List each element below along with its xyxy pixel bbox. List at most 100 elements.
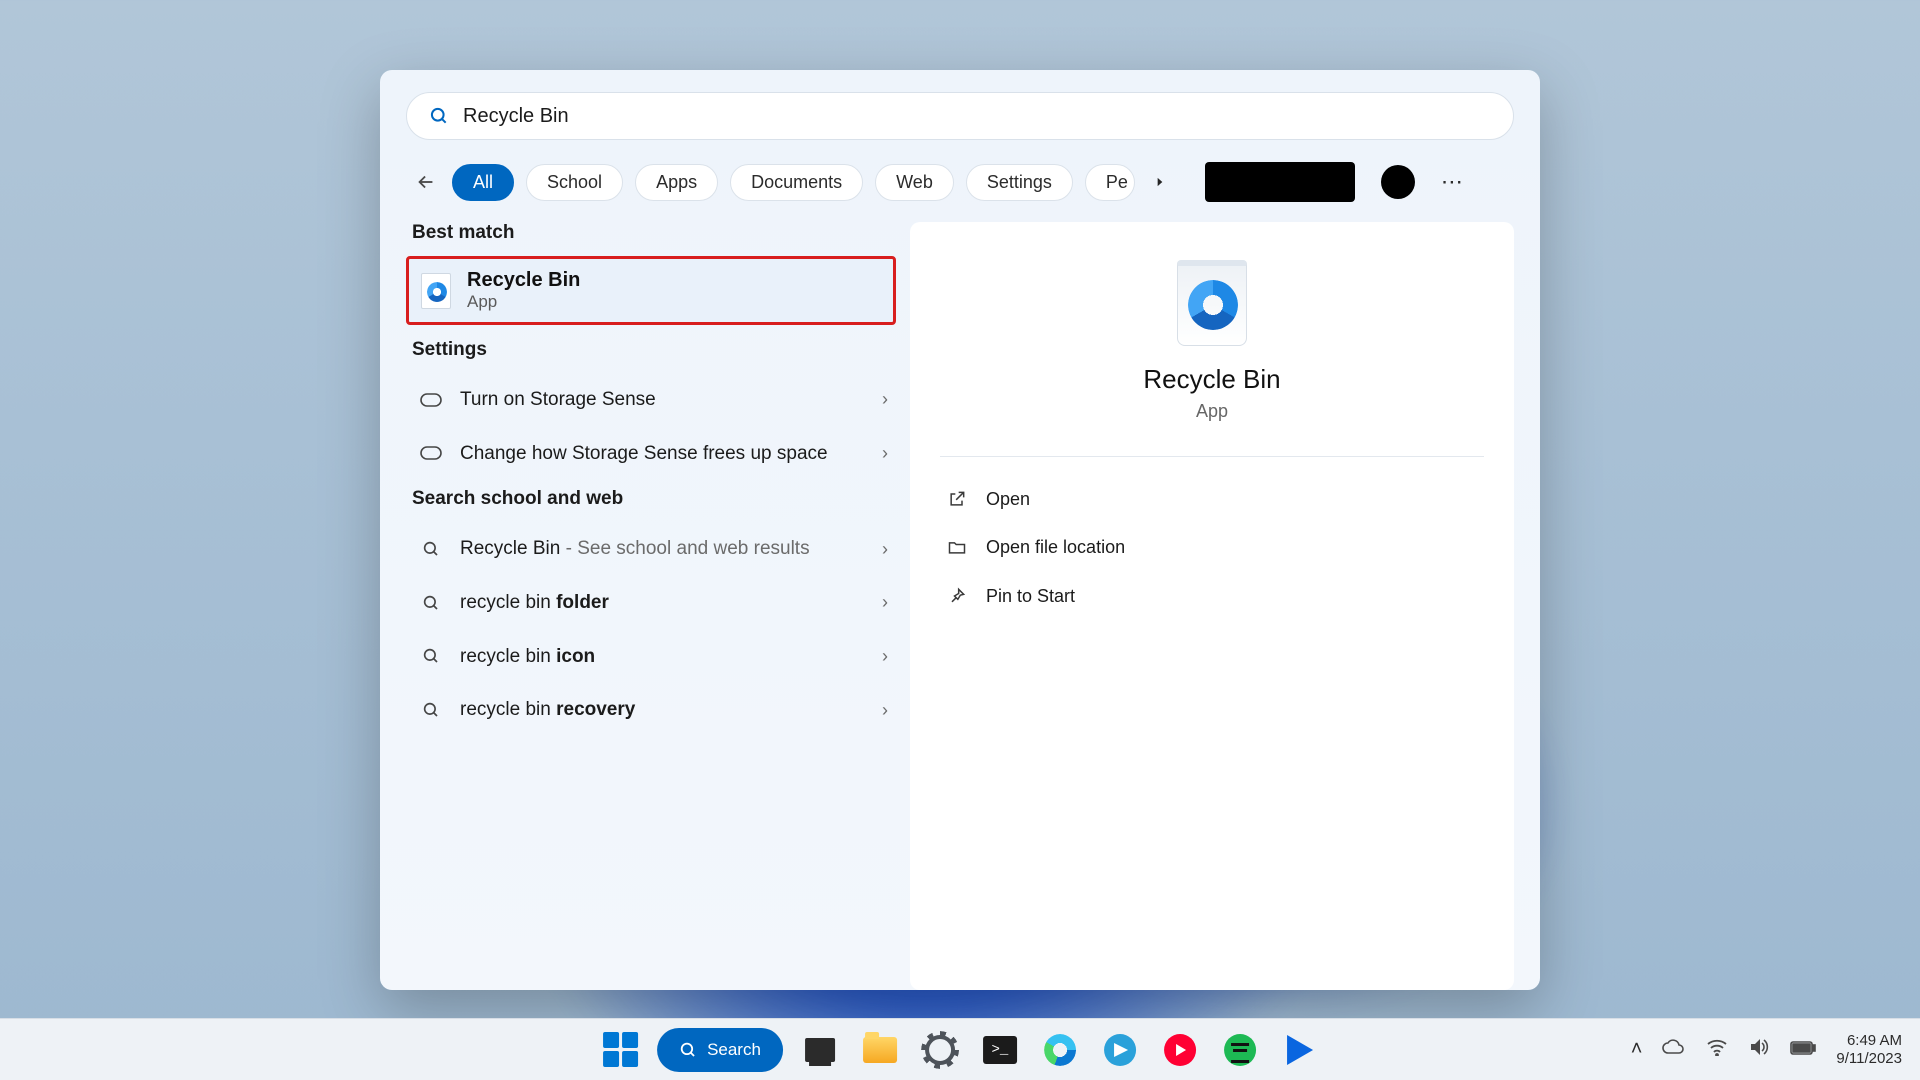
chevron-right-icon: › [882,389,888,410]
folder-icon [863,1037,897,1063]
arrow-left-icon [415,171,437,193]
taskbar-search[interactable]: Search [657,1028,783,1072]
web-result[interactable]: recycle bin folder › [406,576,896,630]
search-icon [420,647,442,665]
settings-result-label: Change how Storage Sense frees up space [460,441,864,467]
best-match-title: Recycle Bin [467,269,580,292]
filter-documents[interactable]: Documents [730,164,863,201]
chevron-right-icon: › [882,539,888,560]
action-label: Pin to Start [986,584,1478,608]
filter-settings[interactable]: Settings [966,164,1073,201]
taskbar-search-label: Search [707,1040,761,1060]
user-avatar[interactable] [1381,165,1415,199]
clock-time: 6:49 AM [1836,1032,1902,1050]
start-button[interactable] [597,1027,643,1073]
back-button[interactable] [412,168,440,196]
battery-icon[interactable] [1790,1038,1816,1061]
play-icon [1287,1035,1313,1065]
gear-icon [925,1035,955,1065]
account-redacted[interactable] [1205,162,1355,202]
divider [940,456,1484,457]
edge-icon [1044,1034,1076,1066]
pin-icon [946,585,968,607]
filter-apps[interactable]: Apps [635,164,718,201]
clock-date: 9/11/2023 [1836,1050,1902,1068]
chevron-right-icon: › [882,646,888,667]
preview-subtitle: App [1196,401,1228,422]
web-result-label: recycle bin recovery [460,697,864,723]
task-view-icon [805,1038,835,1062]
results-column: Best match Recycle Bin App Settings Turn… [406,222,896,990]
onedrive-icon[interactable] [1662,1038,1686,1061]
filter-people[interactable]: Pe [1085,164,1135,201]
more-options[interactable]: ⋯ [1441,169,1465,195]
section-web: Search school and web [406,488,896,522]
search-icon [420,540,442,558]
search-input[interactable] [463,105,1491,128]
telegram-app[interactable] [1097,1027,1143,1073]
chevron-right-icon [1153,175,1167,189]
spotify-app[interactable] [1217,1027,1263,1073]
search-icon [429,106,449,126]
filter-school[interactable]: School [526,164,623,201]
chevron-right-icon: › [882,592,888,613]
action-open-file-location[interactable]: Open file location [940,523,1484,571]
toggle-icon [420,393,442,407]
taskbar-center: Search >_ [597,1027,1323,1073]
action-pin-to-start[interactable]: Pin to Start [940,572,1484,620]
media-player-app[interactable] [1277,1027,1323,1073]
edge-browser[interactable] [1037,1027,1083,1073]
start-search-panel: All School Apps Documents Web Settings P… [380,70,1540,990]
tray-overflow[interactable]: ˄ [1631,1038,1643,1061]
settings-app[interactable] [917,1027,963,1073]
recycle-bin-icon [1177,260,1247,346]
action-open[interactable]: Open [940,475,1484,523]
web-result-label: recycle bin icon [460,644,864,670]
web-result[interactable]: recycle bin recovery › [406,683,896,737]
filter-row: All School Apps Documents Web Settings P… [406,140,1514,222]
spotify-icon [1224,1034,1256,1066]
search-icon [420,594,442,612]
action-label: Open [986,487,1478,511]
search-icon [420,701,442,719]
chevron-right-icon: › [882,700,888,721]
terminal-icon: >_ [983,1036,1017,1064]
web-result[interactable]: recycle bin icon › [406,630,896,684]
telegram-icon [1104,1034,1136,1066]
web-result[interactable]: Recycle Bin - See school and web results… [406,522,896,576]
settings-result-storage-sense[interactable]: Turn on Storage Sense › [406,373,896,427]
best-match-text: Recycle Bin App [467,269,580,312]
action-label: Open file location [986,535,1478,559]
youtube-music-app[interactable] [1157,1027,1203,1073]
search-box[interactable] [406,92,1514,140]
taskbar: Search >_ ˄ 6:49 AM 9/11/2023 [0,1018,1920,1080]
search-icon [679,1041,697,1059]
settings-result-storage-sense-space[interactable]: Change how Storage Sense frees up space … [406,427,896,481]
filter-web[interactable]: Web [875,164,954,201]
volume-icon[interactable] [1748,1037,1770,1063]
settings-result-label: Turn on Storage Sense [460,387,864,413]
preview-pane: Recycle Bin App Open Open file location [910,222,1514,990]
web-result-label: recycle bin folder [460,590,864,616]
wifi-icon[interactable] [1706,1038,1728,1062]
best-match-result[interactable]: Recycle Bin App [406,256,896,325]
best-match-subtitle: App [467,292,580,312]
web-result-label: Recycle Bin - See school and web results [460,536,864,562]
folder-icon [946,536,968,558]
system-tray: ˄ 6:49 AM 9/11/2023 [1631,1032,1902,1068]
filters-scroll-right[interactable] [1147,175,1173,189]
open-icon [946,488,968,510]
terminal-app[interactable]: >_ [977,1027,1023,1073]
section-settings: Settings [406,339,896,373]
task-view[interactable] [797,1027,843,1073]
filter-all[interactable]: All [452,164,514,201]
recycle-bin-icon [421,273,451,309]
toggle-icon [420,446,442,460]
preview-title: Recycle Bin [1143,364,1280,395]
chevron-right-icon: › [882,443,888,464]
section-best-match: Best match [406,222,896,256]
taskbar-clock[interactable]: 6:49 AM 9/11/2023 [1836,1032,1902,1068]
windows-logo-icon [603,1032,638,1067]
file-explorer[interactable] [857,1027,903,1073]
youtube-music-icon [1164,1034,1196,1066]
